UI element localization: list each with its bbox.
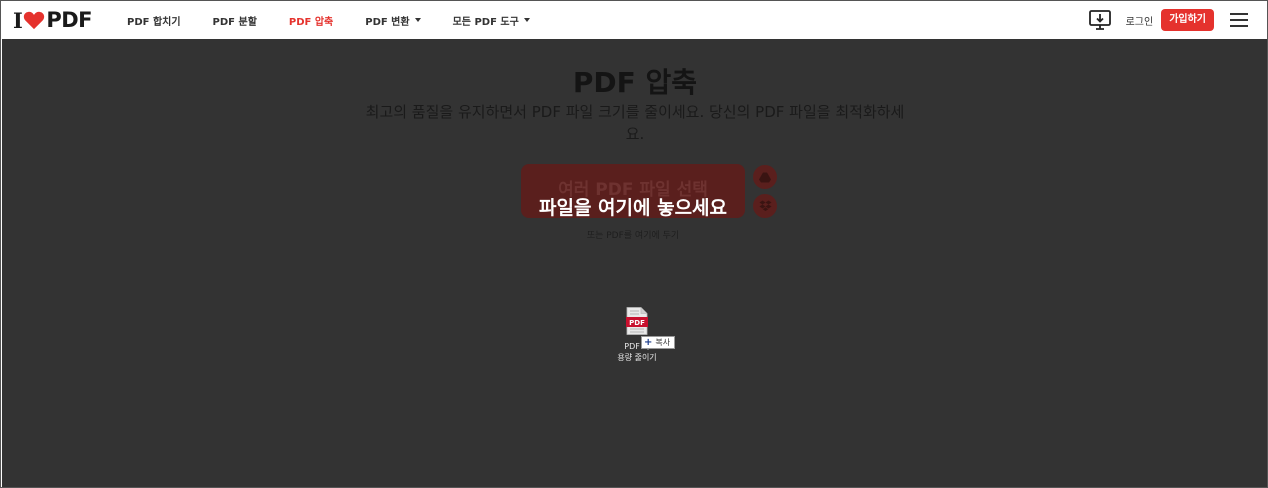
main-nav: PDF 합치기 PDF 분할 PDF 압축 PDF 변환 모든 PDF 도구 [127, 2, 562, 38]
page-title: PDF 압축 [572, 66, 698, 99]
dropbox-button[interactable] [753, 194, 777, 218]
dropbox-icon [759, 200, 771, 211]
top-navbar: I PDF PDF 합치기 PDF 분할 PDF 압축 PDF 변환 모든 PD… [2, 2, 1267, 38]
nav-compress-pdf[interactable]: PDF 압축 [289, 13, 333, 28]
pdf-badge-text: PDF [629, 319, 645, 327]
login-link[interactable]: 로그인 [1126, 13, 1154, 28]
nav-split-pdf[interactable]: PDF 분할 [213, 13, 257, 28]
desktop-download-icon[interactable] [1088, 9, 1112, 31]
nav-all-tools-label: 모든 PDF 도구 [452, 16, 519, 28]
logo-text-pdf: PDF [46, 8, 92, 32]
hamburger-menu-icon[interactable] [1230, 13, 1248, 27]
nav-compress-pdf-label: PDF 압축 [288, 16, 334, 28]
google-drive-button[interactable] [753, 165, 777, 189]
drop-zone-overlay[interactable]: PDF 압축 최고의 품질을 유지하면서 PDF 파일 크기를 줄이세요. 당신… [2, 39, 1267, 487]
ilovepdf-logo[interactable]: I PDF [13, 7, 92, 33]
google-drive-icon [759, 172, 771, 182]
signup-button[interactable]: 가입하기 [1161, 9, 1214, 31]
copy-label: 복사 [655, 338, 671, 347]
plus-icon: + [644, 336, 653, 348]
dragged-file-ghost: PDF PDF 파 용량 줄이기 + 복사 [614, 307, 714, 367]
pdf-file-icon: PDF [626, 307, 648, 335]
nav-merge-pdf[interactable]: PDF 합치기 [127, 13, 181, 28]
nav-split-pdf-label: PDF 분할 [212, 16, 257, 28]
header-actions: 로그인 가입하기 [1088, 2, 1248, 38]
nav-all-tools[interactable]: 모든 PDF 도구 [453, 13, 530, 28]
caret-down-icon [523, 18, 530, 22]
or-drop-pdf-here-text: 또는 PDF를 여기에 두기 [586, 231, 680, 241]
browser-viewport: I PDF PDF 합치기 PDF 분할 PDF 압축 PDF 변환 모든 PD… [0, 0, 1268, 488]
copy-drop-tooltip: + 복사 [641, 336, 676, 349]
logo-letter-i: I [13, 7, 23, 33]
dragged-file-name-line2: 용량 줄이기 [617, 353, 657, 362]
nav-merge-pdf-label: PDF 합치기 [127, 16, 181, 28]
heart-icon [24, 11, 45, 30]
nav-convert-pdf[interactable]: PDF 변환 [365, 13, 421, 28]
caret-down-icon [414, 18, 421, 22]
drop-files-here-text: 파일을 여기에 놓으세요 [538, 197, 728, 219]
page-subtitle: 최고의 품질을 유지하면서 PDF 파일 크기를 줄이세요. 당신의 PDF 파… [365, 103, 905, 143]
nav-convert-pdf-label: PDF 변환 [365, 16, 410, 28]
